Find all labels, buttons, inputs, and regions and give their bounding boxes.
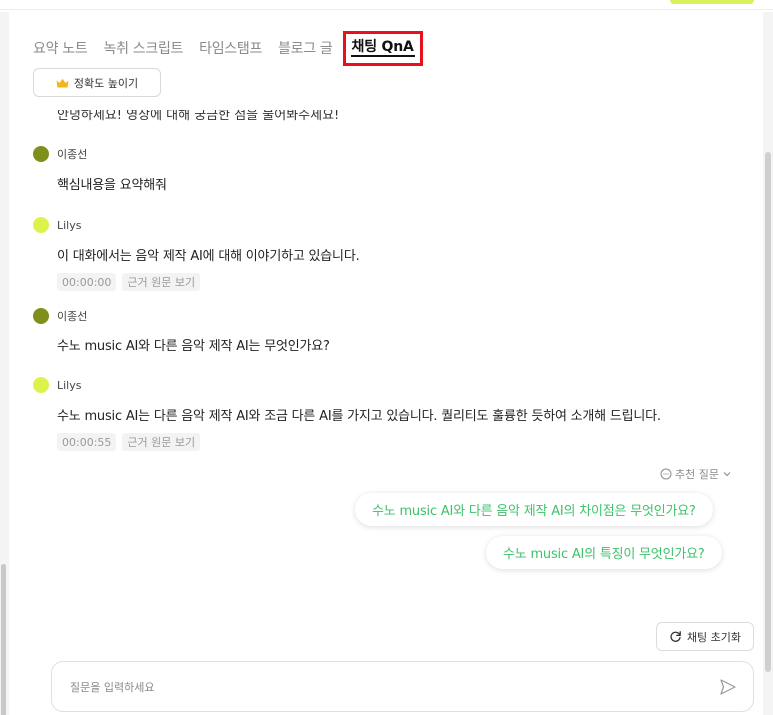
- user-avatar: [33, 308, 49, 324]
- reset-chat-label: 채팅 초기화: [686, 630, 742, 644]
- view-source-link[interactable]: 근거 원문 보기: [122, 433, 201, 451]
- message-meta: 00:00:55 근거 원문 보기: [57, 433, 201, 451]
- chat-scrollbar-thumb[interactable]: [765, 152, 771, 672]
- reset-chat-button[interactable]: 채팅 초기화: [656, 622, 754, 651]
- view-source-link[interactable]: 근거 원문 보기: [122, 273, 201, 291]
- chat-input-container: [51, 661, 754, 712]
- crown-icon: [56, 78, 69, 87]
- timestamp-chip[interactable]: 00:00:00: [57, 273, 117, 291]
- message-author: 이종선: [57, 148, 88, 161]
- bot-avatar: [33, 217, 49, 233]
- message-author: Lilys: [57, 218, 82, 232]
- active-tab-highlight-box: 채팅 QnA: [342, 30, 423, 66]
- send-icon[interactable]: [718, 677, 738, 697]
- content-tabs: 요약 노트 녹취 스크립트 타임스탬프 블로그 글 채팅 QnA: [33, 28, 423, 68]
- message-text: 이 대화에서는 음악 제작 AI에 대해 이야기하고 있습니다.: [57, 249, 360, 264]
- previous-message-text: 안녕하세요! 영상에 대해 궁금한 점을 물어봐주세요!: [57, 108, 340, 123]
- message-author: Lilys: [57, 378, 82, 392]
- timestamp-chip[interactable]: 00:00:55: [57, 433, 117, 451]
- recommended-question-button[interactable]: 수노 music AI의 특징이 무엇인가요?: [486, 536, 722, 569]
- message-header: Lilys: [33, 377, 81, 393]
- message-header: Lilys: [33, 217, 81, 233]
- tab-chat-qna[interactable]: 채팅 QnA: [352, 39, 414, 55]
- message-text: 수노 music AI는 다른 음악 제작 AI와 조금 다른 AI를 가지고 …: [57, 409, 661, 424]
- active-tab-underline: [350, 54, 415, 57]
- tab-blog-post[interactable]: 블로그 글: [278, 38, 333, 58]
- tab-summary-note[interactable]: 요약 노트: [33, 38, 88, 58]
- chat-question-input[interactable]: [70, 677, 670, 697]
- recommended-questions-label: 추천 질문: [675, 468, 719, 481]
- chat-bubble-icon: [660, 468, 672, 480]
- message-author: 이종선: [57, 310, 88, 323]
- message-header: 이종선: [33, 308, 87, 324]
- recommended-questions-toggle[interactable]: 추천 질문: [660, 466, 732, 482]
- message-meta: 00:00:00 근거 원문 보기: [57, 273, 201, 291]
- recommended-question-button[interactable]: 수노 music AI와 다른 음악 제작 AI의 차이점은 무엇인가요?: [355, 493, 713, 526]
- bot-avatar: [33, 377, 49, 393]
- improve-accuracy-label: 정확도 높이기: [73, 76, 139, 90]
- tab-transcript[interactable]: 녹취 스크립트: [103, 38, 183, 58]
- top-divider: [0, 0, 773, 10]
- tab-timestamps[interactable]: 타임스탬프: [199, 38, 262, 58]
- refresh-icon: [670, 631, 681, 642]
- top-action-button-edge[interactable]: [670, 0, 754, 4]
- message-text: 핵심내용을 요약해줘: [57, 178, 167, 193]
- improve-accuracy-button[interactable]: 정확도 높이기: [33, 68, 161, 97]
- left-scrollbar-thumb[interactable]: [1, 564, 6, 715]
- chevron-down-icon: [723, 472, 731, 477]
- left-scrollbar-track[interactable]: [0, 12, 9, 715]
- message-text: 수노 music AI와 다른 음악 제작 AI는 무엇인가요?: [57, 339, 330, 354]
- message-header: 이종선: [33, 146, 87, 162]
- user-avatar: [33, 146, 49, 162]
- chat-scrollbar-track[interactable]: [763, 12, 773, 715]
